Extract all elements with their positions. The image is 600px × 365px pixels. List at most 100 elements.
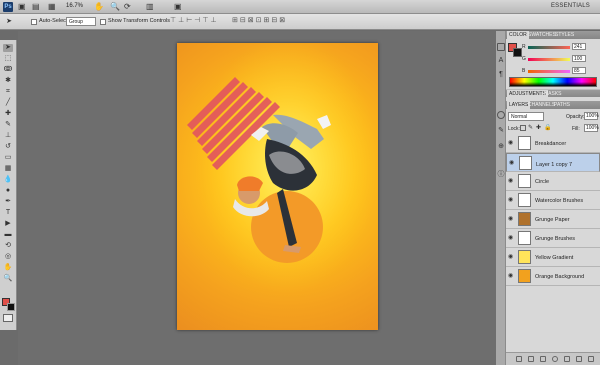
magic-wand-tool-icon[interactable]: ✱ (3, 77, 13, 85)
lock-transparent-icon[interactable] (520, 125, 526, 131)
layer-thumbnail (519, 156, 532, 170)
color-panel: R 241 G 100 B 85 (506, 39, 600, 89)
tool-presets-panel-icon[interactable]: ✎ (497, 127, 505, 135)
auto-select-checkbox[interactable] (31, 19, 37, 25)
layer-name: Grunge Brushes (535, 236, 576, 242)
color-spectrum[interactable] (509, 77, 597, 87)
history-panel-icon[interactable] (497, 43, 505, 51)
tab-paths[interactable]: PATHS (552, 101, 572, 109)
blur-tool-icon[interactable]: 💧 (3, 176, 13, 184)
collapsed-panel-icons: A ¶ ✎ ⊕ ⓘ (496, 31, 506, 365)
opacity-label: Opacity: (566, 114, 585, 120)
shape-tool-icon[interactable]: ▬ (3, 231, 13, 239)
lock-image-icon[interactable]: ✎ (528, 125, 534, 131)
tab-styles[interactable]: STYLES (553, 31, 576, 39)
visibility-eye-icon[interactable]: ◉ (508, 197, 514, 203)
visibility-eye-icon[interactable]: ◉ (508, 235, 514, 241)
eyedropper-tool-icon[interactable]: ╱ (3, 99, 13, 107)
channel-b-slider[interactable] (528, 70, 570, 73)
workspace-switcher[interactable]: ESSENTIALS (551, 3, 590, 9)
blend-mode-dropdown[interactable]: Normal (508, 112, 544, 121)
visibility-eye-icon[interactable]: ◉ (508, 140, 514, 146)
options-bar: ➤ Auto-Select: Group Show Transform Cont… (0, 14, 600, 30)
bridge-icon[interactable]: ▣ (18, 2, 26, 12)
channel-b-value[interactable]: 85 (572, 67, 586, 74)
type-tool-icon[interactable]: T (3, 209, 13, 217)
channel-g-slider[interactable] (528, 58, 570, 61)
layer-row[interactable]: ◉ Watercolor Brushes (506, 191, 600, 210)
brush-tool-icon[interactable]: ✎ (3, 121, 13, 129)
hand-icon[interactable]: ✋ (94, 2, 104, 12)
3d-orbit-tool-icon[interactable]: ◎ (3, 253, 13, 261)
brushes-panel-icon[interactable] (497, 111, 505, 119)
zoom-level-icon[interactable]: ▦ (48, 2, 56, 12)
lock-all-icon[interactable]: 🔒 (544, 125, 551, 131)
character-panel-icon[interactable]: A (497, 57, 505, 65)
adjustment-layer-icon[interactable] (552, 356, 558, 362)
delete-layer-icon[interactable] (588, 356, 594, 362)
quick-mask-icon[interactable] (3, 314, 13, 322)
layer-thumbnail (518, 212, 531, 226)
history-brush-tool-icon[interactable]: ↺ (3, 143, 13, 151)
document-canvas[interactable] (177, 43, 378, 330)
layers-panel-header: LAYERS CHANNELS PATHS (506, 101, 600, 109)
distribute-buttons-icon[interactable]: ⊞⊟⊠⊡⊞⊟⊠ (232, 16, 312, 26)
3d-rotate-tool-icon[interactable]: ⟲ (3, 242, 13, 250)
screen-mode-icon[interactable]: ▣ (174, 2, 182, 12)
arrange-documents-icon[interactable]: ▥ (146, 2, 154, 12)
layer-row[interactable]: ◉ Grunge Brushes (506, 229, 600, 248)
layer-row[interactable]: ◉ Orange Background (506, 267, 600, 286)
visibility-eye-icon[interactable]: ◉ (509, 160, 515, 166)
link-layers-icon[interactable] (516, 356, 522, 362)
clone-source-panel-icon[interactable]: ⊕ (497, 143, 505, 151)
show-transform-controls-checkbox[interactable] (100, 19, 106, 25)
view-extras-icon[interactable]: ▤ (32, 2, 40, 12)
new-layer-icon[interactable] (576, 356, 582, 362)
layer-row[interactable]: ◉ Breakdancer (506, 134, 600, 153)
auto-select-dropdown[interactable]: Group (66, 17, 96, 26)
opacity-value[interactable]: 100% (584, 112, 599, 120)
clone-stamp-tool-icon[interactable]: ⊥ (3, 132, 13, 140)
layer-mask-icon[interactable] (540, 356, 546, 362)
eraser-tool-icon[interactable]: ▭ (3, 154, 13, 162)
layer-name: Circle (535, 179, 550, 185)
crop-tool-icon[interactable]: ⌗ (3, 88, 13, 96)
lock-position-icon[interactable]: ✚ (536, 125, 542, 131)
layer-row[interactable]: ◉ Circle (506, 172, 600, 191)
zoom-tool-icon[interactable]: 🔍 (3, 275, 13, 283)
fill-value[interactable]: 100% (584, 124, 599, 132)
color-panel-background-swatch[interactable] (513, 48, 522, 57)
new-group-icon[interactable] (564, 356, 570, 362)
visibility-eye-icon[interactable]: ◉ (508, 216, 514, 222)
layer-row[interactable]: ◉ Grunge Paper (506, 210, 600, 229)
zoom-icon[interactable]: 🔍 (110, 2, 120, 12)
background-color-swatch[interactable] (7, 303, 15, 311)
visibility-eye-icon[interactable]: ◉ (508, 254, 514, 260)
align-buttons-icon[interactable]: ⊤⊥⊢⊣⊤⊥ (170, 16, 230, 26)
healing-brush-tool-icon[interactable]: ✚ (3, 110, 13, 118)
zoom-level[interactable]: 16.7% (66, 3, 83, 9)
rotate-view-icon[interactable]: ⟳ (124, 2, 131, 12)
path-select-tool-icon[interactable]: ▶ (3, 220, 13, 228)
move-tool-icon[interactable]: ➤ (3, 44, 13, 52)
channel-r-value[interactable]: 241 (572, 43, 586, 50)
marquee-tool-icon[interactable]: ⬚ (3, 55, 13, 63)
layer-style-icon[interactable] (528, 356, 534, 362)
channel-r-slider[interactable] (528, 46, 570, 49)
move-tool-preset-icon[interactable]: ➤ (4, 18, 14, 26)
info-panel-icon[interactable]: ⓘ (497, 171, 505, 179)
layer-row[interactable]: ◉ Layer 1 copy 7 (506, 153, 600, 172)
gradient-tool-icon[interactable]: ▦ (3, 165, 13, 173)
visibility-eye-icon[interactable]: ◉ (508, 178, 514, 184)
paragraph-panel-icon[interactable]: ¶ (497, 71, 505, 79)
lock-label: Lock: (508, 126, 520, 132)
hand-tool-icon[interactable]: ✋ (3, 264, 13, 272)
channel-g-value[interactable]: 100 (572, 55, 586, 62)
lasso-tool-icon[interactable]: ↂ (3, 66, 13, 74)
visibility-eye-icon[interactable]: ◉ (508, 273, 514, 279)
dodge-tool-icon[interactable]: ● (3, 187, 13, 195)
pen-tool-icon[interactable]: ✒ (3, 198, 13, 206)
layer-row[interactable]: ◉ Yellow Gradient (506, 248, 600, 267)
layer-thumbnail (518, 250, 531, 264)
layer-thumbnail (518, 136, 531, 150)
